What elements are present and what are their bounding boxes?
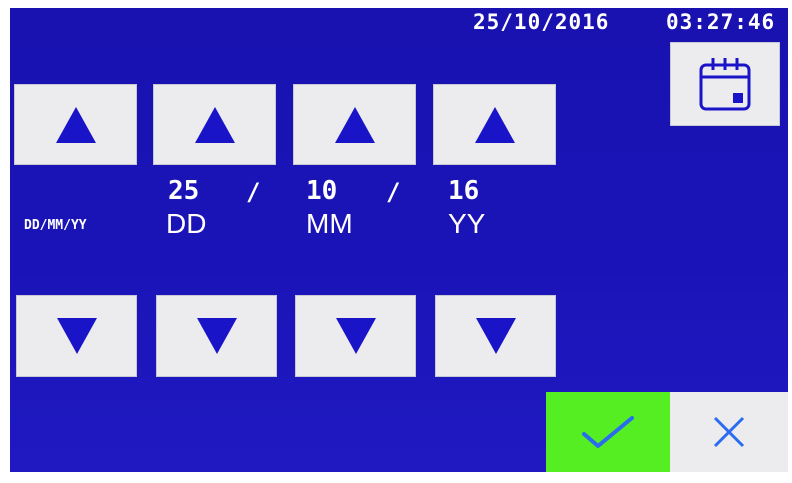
- day-down-button[interactable]: [16, 295, 137, 377]
- triangle-up-icon: [55, 106, 96, 143]
- date-separator: /: [386, 178, 401, 206]
- close-icon: [713, 416, 745, 448]
- calendar-icon: [699, 58, 751, 111]
- year-up-button[interactable]: [293, 84, 416, 165]
- triangle-up-icon: [474, 106, 515, 143]
- date-setting-screen: 25/10/2016 03:27:46 DD/MM/YY 25 / 10 / 1…: [10, 8, 788, 472]
- triangle-up-icon: [334, 106, 375, 143]
- current-time: 03:27:46: [666, 10, 776, 34]
- confirm-button[interactable]: [546, 392, 670, 472]
- checkmark-icon: [582, 416, 634, 448]
- triangle-down-icon: [335, 318, 376, 354]
- month-unit-label: MM: [306, 208, 353, 239]
- triangle-up-icon: [194, 106, 235, 143]
- extra-up-button[interactable]: [433, 84, 556, 165]
- year-down-button[interactable]: [295, 295, 416, 377]
- month-value: 10: [306, 176, 338, 206]
- month-up-button[interactable]: [153, 84, 276, 165]
- cancel-button[interactable]: [670, 392, 788, 472]
- extra-down-button[interactable]: [435, 295, 556, 377]
- day-unit-label: DD: [166, 208, 207, 239]
- day-up-button[interactable]: [14, 84, 137, 165]
- date-separator: /: [246, 178, 261, 206]
- year-unit-label: YY: [448, 208, 486, 239]
- triangle-down-icon: [56, 318, 97, 354]
- current-date: 25/10/2016: [473, 10, 610, 34]
- calendar-button[interactable]: [670, 42, 780, 126]
- triangle-down-icon: [475, 318, 516, 354]
- day-value: 25: [168, 176, 200, 206]
- year-value: 16: [448, 176, 480, 206]
- triangle-down-icon: [196, 318, 237, 354]
- month-down-button[interactable]: [156, 295, 277, 377]
- date-format-label: DD/MM/YY: [24, 218, 87, 233]
